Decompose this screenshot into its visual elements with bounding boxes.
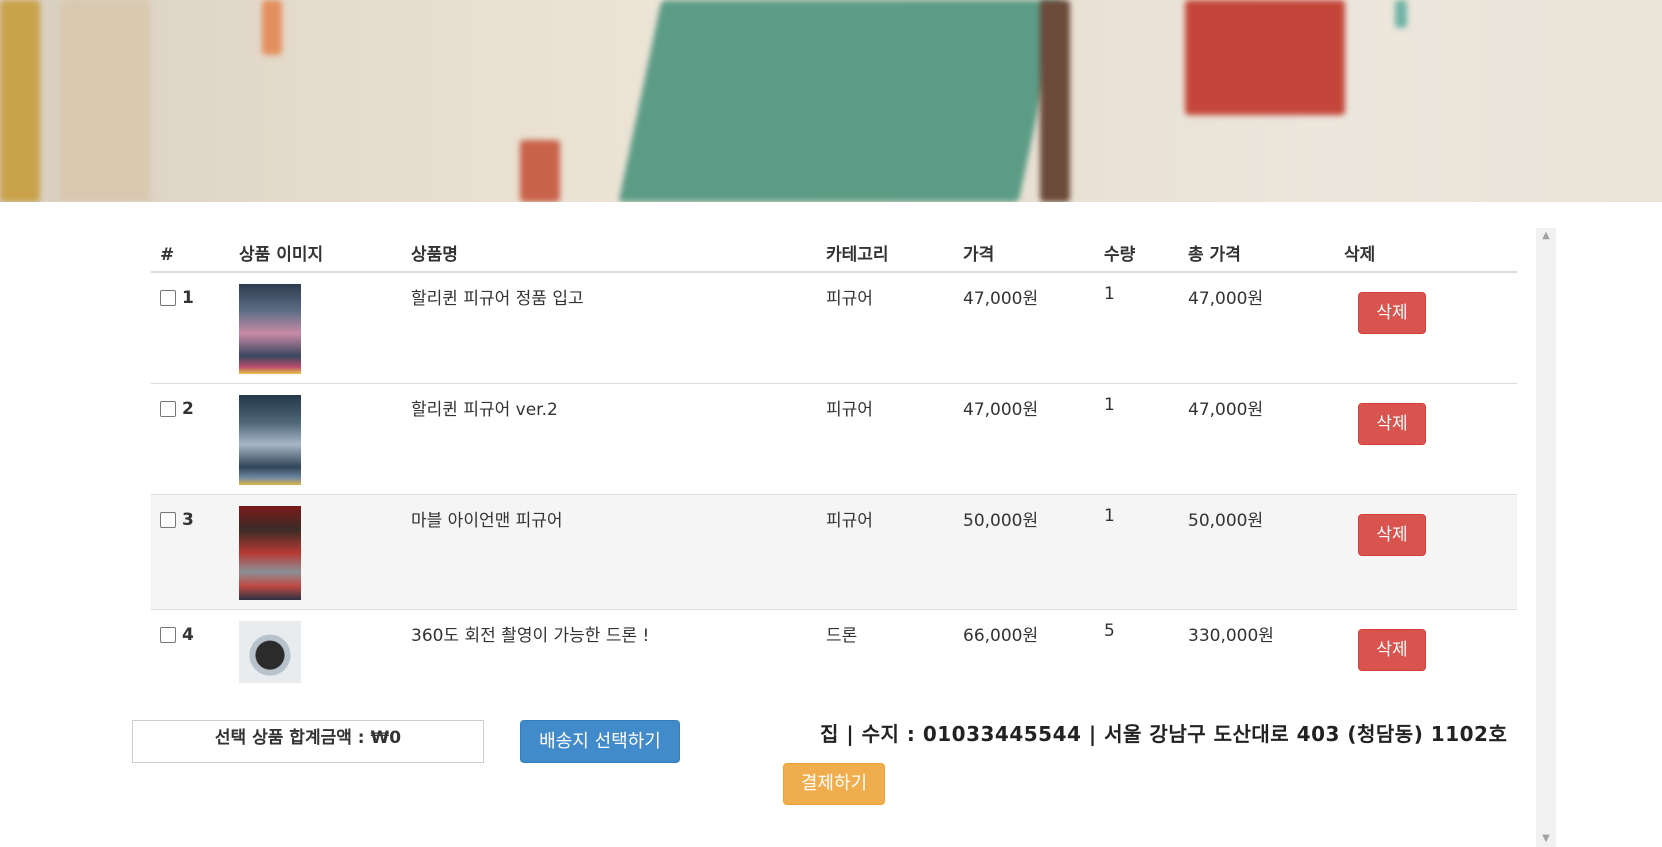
product-name: 마블 아이언맨 피규어 bbox=[402, 493, 817, 609]
product-price: 50,000원 bbox=[954, 493, 1095, 609]
hero-decor bbox=[1395, 0, 1407, 28]
product-name: 360도 회전 촬영이 가능한 드론 ! bbox=[402, 608, 817, 691]
product-category: 드론 bbox=[817, 608, 954, 691]
row-checkbox[interactable] bbox=[160, 290, 176, 306]
product-total: 330,000원 bbox=[1179, 608, 1335, 691]
hero-banner bbox=[0, 0, 1662, 202]
selected-total-label: 선택 상품 합계금액 : ₩0 bbox=[214, 728, 402, 748]
hero-decor bbox=[262, 0, 282, 55]
product-qty: 1 bbox=[1095, 382, 1179, 494]
row-checkbox[interactable] bbox=[160, 626, 176, 643]
table-row: 4 360도 회전 촬영이 가능한 드론 ! 드론 66,000원 5 330,… bbox=[151, 608, 1517, 691]
row-number: 4 bbox=[182, 624, 194, 645]
table-row: 2 할리퀸 피규어 ver.2 피규어 47,000원 1 47,000원 삭제 bbox=[151, 382, 1517, 494]
scrollbar[interactable]: ▲ ▼ bbox=[1536, 228, 1556, 847]
product-total: 47,000원 bbox=[1179, 271, 1335, 383]
product-price: 66,000원 bbox=[954, 608, 1095, 691]
product-category: 피규어 bbox=[817, 382, 954, 494]
product-qty: 5 bbox=[1095, 608, 1179, 691]
row-number: 2 bbox=[182, 398, 194, 419]
delete-button[interactable]: 삭제 bbox=[1358, 402, 1426, 445]
product-qty: 1 bbox=[1095, 493, 1179, 609]
product-image bbox=[239, 394, 301, 485]
product-image bbox=[239, 284, 301, 374]
delete-button[interactable]: 삭제 bbox=[1358, 513, 1426, 556]
scroll-down-icon[interactable]: ▼ bbox=[1536, 831, 1556, 847]
header-num: # bbox=[151, 228, 230, 273]
header-total: 총 가격 bbox=[1179, 228, 1335, 273]
header-category: 카테고리 bbox=[817, 228, 954, 273]
product-image bbox=[239, 505, 301, 600]
row-number: 3 bbox=[182, 509, 194, 530]
header-image: 상품 이미지 bbox=[230, 228, 402, 273]
product-name: 할리퀸 피규어 ver.2 bbox=[402, 382, 817, 494]
header-price: 가격 bbox=[954, 228, 1095, 273]
selected-total-box: 선택 상품 합계금액 : ₩0 bbox=[132, 720, 484, 763]
delete-button[interactable]: 삭제 bbox=[1358, 292, 1426, 334]
row-checkbox[interactable] bbox=[160, 511, 176, 528]
product-total: 47,000원 bbox=[1179, 382, 1335, 494]
cart-table: # 상품 이미지 상품명 카테고리 가격 수량 총 가격 삭제 1 할리퀸 피규… bbox=[151, 228, 1517, 691]
product-price: 47,000원 bbox=[954, 382, 1095, 494]
checkout-button[interactable]: 결제하기 bbox=[783, 763, 885, 805]
shipping-address: 집 | 수지 : 01033445544 | 서울 강남구 도산대로 403 (… bbox=[820, 722, 1508, 746]
product-image bbox=[239, 620, 301, 683]
hero-decor bbox=[0, 0, 40, 202]
header-name: 상품명 bbox=[402, 228, 817, 273]
hero-decor bbox=[1040, 0, 1070, 202]
row-checkbox[interactable] bbox=[160, 400, 176, 417]
product-qty: 1 bbox=[1095, 271, 1179, 383]
row-number: 1 bbox=[182, 288, 194, 308]
hero-decor bbox=[60, 0, 150, 202]
header-delete: 삭제 bbox=[1335, 228, 1517, 273]
scroll-up-icon[interactable]: ▲ bbox=[1536, 228, 1556, 244]
hero-decor bbox=[520, 140, 560, 202]
header-qty: 수량 bbox=[1095, 228, 1179, 273]
product-total: 50,000원 bbox=[1179, 493, 1335, 609]
select-shipping-button[interactable]: 배송지 선택하기 bbox=[520, 720, 680, 763]
product-name: 할리퀸 피규어 정품 입고 bbox=[402, 271, 817, 383]
table-header-row: # 상품 이미지 상품명 카테고리 가격 수량 총 가격 삭제 bbox=[151, 228, 1517, 273]
product-category: 피규어 bbox=[817, 493, 954, 609]
delete-button[interactable]: 삭제 bbox=[1358, 628, 1426, 671]
product-price: 47,000원 bbox=[954, 271, 1095, 383]
table-row: 3 마블 아이언맨 피규어 피규어 50,000원 1 50,000원 삭제 bbox=[151, 493, 1517, 609]
table-row: 1 할리퀸 피규어 정품 입고 피규어 47,000원 1 47,000원 삭제 bbox=[151, 271, 1517, 383]
hero-decor bbox=[1185, 0, 1345, 115]
hero-decor bbox=[618, 0, 1062, 202]
product-category: 피규어 bbox=[817, 271, 954, 383]
